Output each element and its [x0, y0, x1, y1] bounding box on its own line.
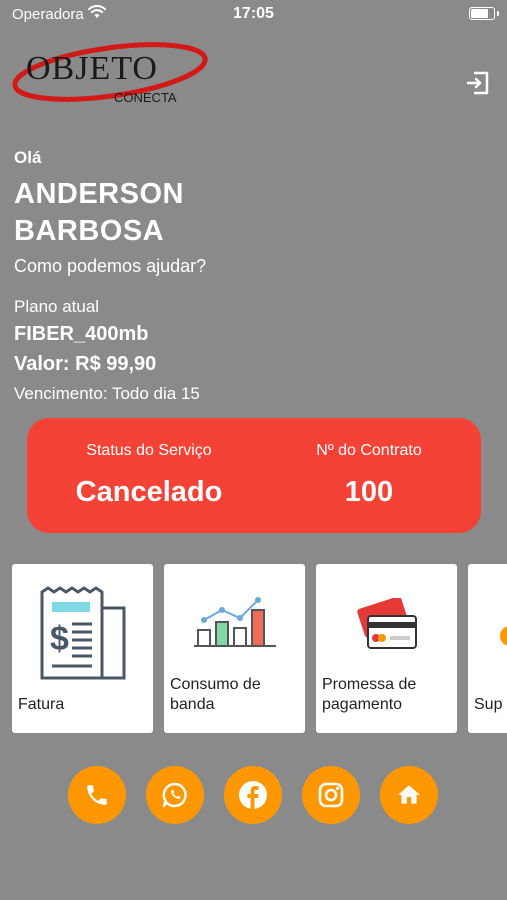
tile-suporte[interactable]: Sup [468, 564, 507, 733]
user-name: ANDERSON BARBOSA [14, 178, 184, 247]
logout-button[interactable] [465, 70, 491, 96]
whatsapp-button[interactable] [146, 766, 204, 824]
service-status-label: Status do Serviço [86, 442, 212, 459]
tile-suporte-label: Sup [474, 696, 503, 713]
plan-value: Valor: R$ 99,90 [14, 353, 157, 375]
clock: 17:05 [233, 5, 274, 22]
facebook-button[interactable] [224, 766, 282, 824]
battery-icon [469, 7, 499, 20]
service-status-card: Status do Serviço Cancelado Nº do Contra… [27, 418, 481, 533]
logo-sub-text: CONECTA [114, 90, 177, 105]
invoice-icon: $ [40, 586, 126, 680]
tile-promessa-label: Promessa de pagamento [322, 676, 417, 713]
facebook-icon [239, 781, 267, 809]
tile-fatura[interactable]: $ Fatura [12, 564, 153, 733]
credit-card-icon [357, 598, 417, 649]
logout-icon [466, 71, 489, 95]
bandwidth-chart-icon [194, 597, 276, 647]
greeting-hello: Olá [14, 148, 42, 167]
tile-consumo-de-banda[interactable]: Consumo de banda [164, 564, 305, 733]
home-icon [398, 785, 420, 804]
help-prompt: Como podemos ajudar? [14, 256, 207, 276]
svg-text:$: $ [50, 620, 69, 658]
logo-main-text: OBJETO [26, 50, 158, 87]
contract-number-value: 100 [344, 476, 394, 508]
plan-name: FIBER_400mb [14, 323, 149, 345]
contract-number-label: Nº do Contrato [316, 442, 422, 459]
tile-promessa-de-pagamento[interactable]: Promessa de pagamento [316, 564, 457, 733]
support-icon [500, 626, 507, 646]
instagram-icon [318, 782, 344, 808]
phone-icon [87, 785, 107, 805]
tile-consumo-label: Consumo de banda [170, 676, 261, 713]
home-button[interactable] [380, 766, 438, 824]
service-status-value: Cancelado [75, 476, 223, 508]
status-bar: Operadora 17:05 [0, 0, 507, 30]
whatsapp-icon [162, 782, 187, 808]
battery-level-fill [471, 9, 489, 18]
company-logo: OBJETO CONECTA [10, 36, 210, 108]
phone-button[interactable] [68, 766, 126, 824]
plan-label: Plano atual [14, 297, 100, 316]
feature-tiles: $ Fatura Consumo de banda Promessa de pa… [12, 564, 507, 734]
plan-due-date: Vencimento: Todo dia 15 [14, 384, 200, 403]
tile-fatura-label: Fatura [18, 696, 65, 713]
instagram-button[interactable] [302, 766, 360, 824]
